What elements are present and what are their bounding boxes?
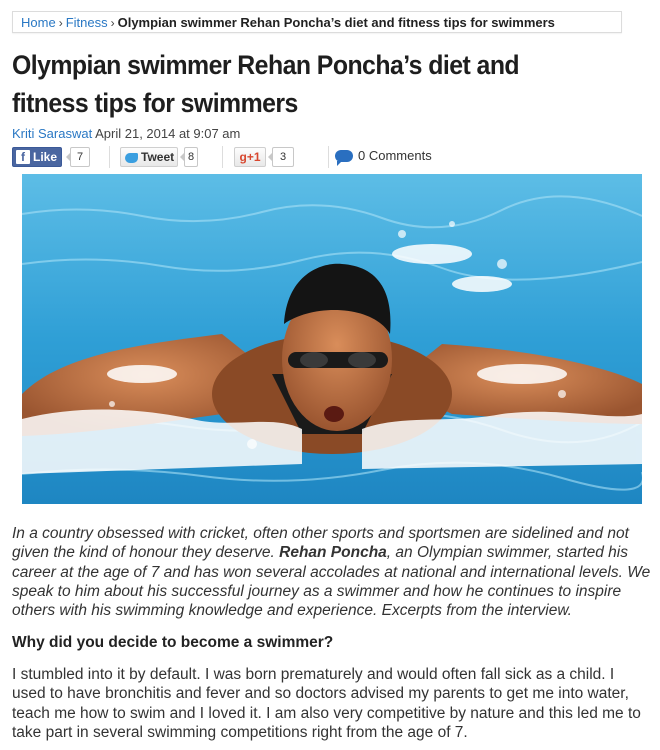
tweet-count: 8 <box>180 147 198 167</box>
divider <box>109 146 110 168</box>
divider <box>328 146 329 168</box>
comments-link[interactable]: 0 Comments <box>335 148 432 166</box>
google-plus-button[interactable]: g+1 <box>234 147 266 167</box>
page-title: Olympian swimmer Rehan Poncha’s diet and… <box>12 50 520 118</box>
interview-question: Why did you decide to become a swimmer? <box>12 634 334 651</box>
breadcrumb-current: Olympian swimmer Rehan Poncha’s diet and… <box>117 15 555 30</box>
breadcrumb: Home › Fitness › Olympian swimmer Rehan Ponc… <box>12 11 622 33</box>
article-intro: In a country obsessed with cricket, ofte… <box>12 524 652 620</box>
comments-label: 0 Comments <box>358 148 432 163</box>
tweet-label: Tweet <box>141 150 175 164</box>
intro-name: Rehan Poncha <box>279 544 387 562</box>
hero-image <box>22 174 642 504</box>
comment-bubble-icon <box>335 150 353 166</box>
article-meta: Kriti Saraswat April 21, 2014 at 9:07 am <box>12 126 240 141</box>
twitter-bird-icon <box>125 152 138 163</box>
facebook-icon: f <box>16 150 30 164</box>
facebook-like-count: 7 <box>66 147 90 167</box>
share-bar: f Like 7 Tweet 8 g+1 3 0 Comments <box>12 146 652 168</box>
tweet-button[interactable]: Tweet <box>120 147 178 167</box>
interview-answer: I stumbled into it by default. I was bor… <box>12 666 641 741</box>
breadcrumb-home-link[interactable]: Home <box>21 15 56 30</box>
publish-date: April 21, 2014 at 9:07 am <box>95 126 241 141</box>
breadcrumb-separator: › <box>110 16 115 30</box>
swimmer-photo <box>22 174 642 504</box>
breadcrumb-separator: › <box>58 16 63 30</box>
facebook-like-button[interactable]: f Like <box>12 147 62 167</box>
divider <box>222 146 223 168</box>
facebook-like-label: Like <box>33 150 58 164</box>
breadcrumb-fitness-link[interactable]: Fitness <box>66 15 108 30</box>
google-plus-count: 3 <box>268 147 294 167</box>
google-plus-label: g+1 <box>239 150 261 164</box>
author-link[interactable]: Kriti Saraswat <box>12 126 92 141</box>
